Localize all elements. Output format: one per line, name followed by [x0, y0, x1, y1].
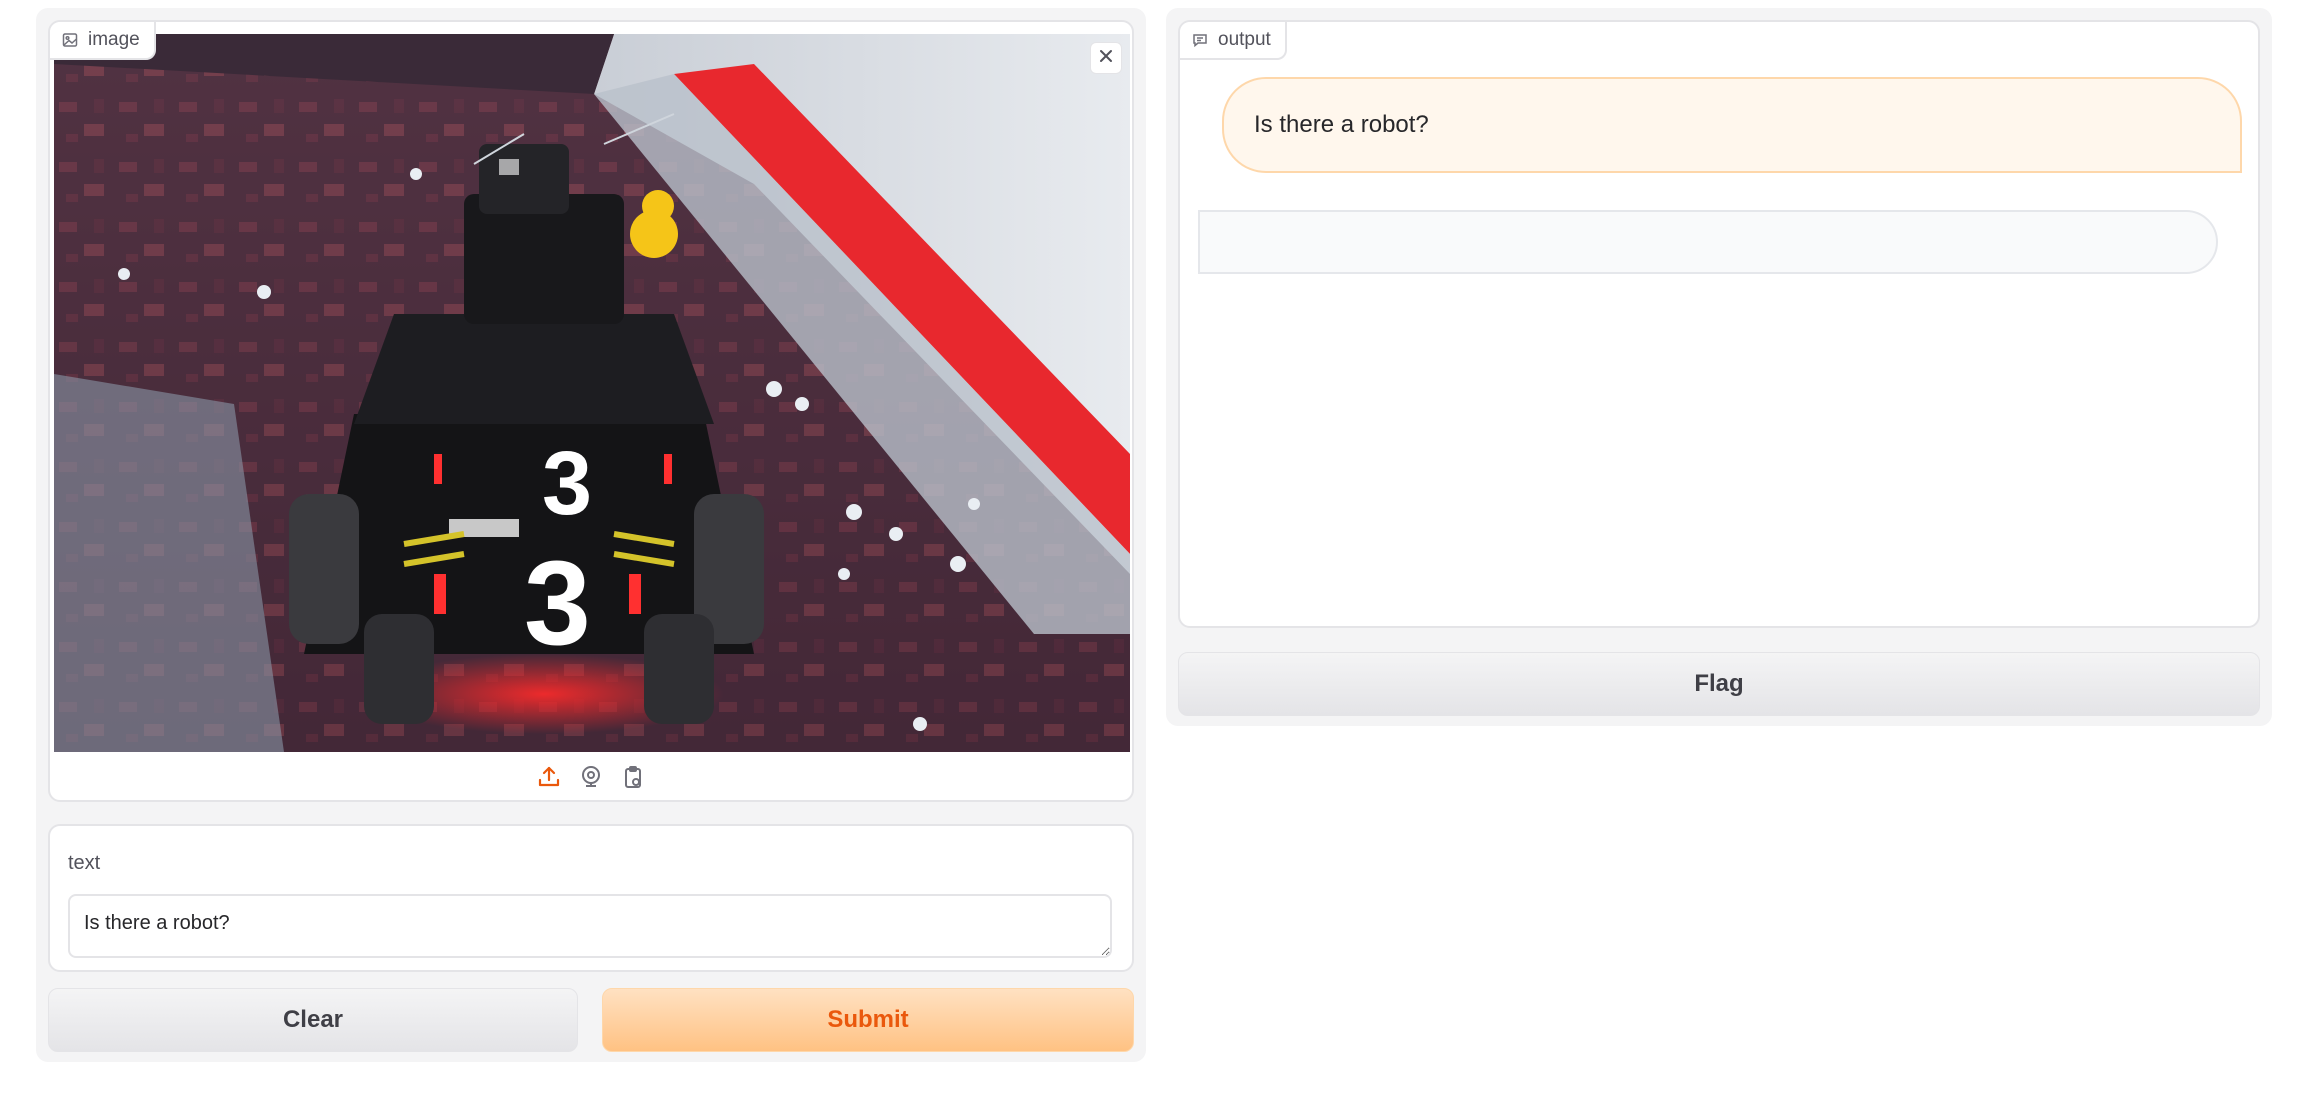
bot-message	[1198, 210, 2218, 274]
svg-text:3: 3	[524, 536, 591, 670]
text-input[interactable]	[68, 894, 1112, 958]
upload-source-button[interactable]	[536, 766, 562, 792]
image-label: image	[88, 29, 140, 50]
image-label-tag: image	[50, 22, 156, 60]
submit-button[interactable]: Submit	[602, 988, 1134, 1052]
chat-icon	[1192, 32, 1208, 48]
clipboard-source-button[interactable]	[620, 765, 646, 794]
image-input-block: image 3 3	[48, 20, 1134, 802]
clear-button[interactable]: Clear	[48, 988, 578, 1052]
chatbot-output: output Is there a robot?	[1178, 20, 2260, 628]
webcam-icon	[579, 765, 603, 794]
webcam-source-button[interactable]	[578, 765, 604, 794]
clipboard-icon	[621, 765, 645, 794]
upload-icon	[537, 765, 561, 794]
flag-button[interactable]: Flag	[1178, 652, 2260, 716]
user-message: Is there a robot?	[1222, 77, 2242, 173]
remove-image-button[interactable]	[1090, 42, 1122, 74]
image-source-toolbar	[50, 758, 1132, 800]
close-icon	[1099, 49, 1113, 68]
output-label: output	[1218, 29, 1271, 50]
input-column: image 3 3 text Is there a robot? Clear S…	[36, 8, 1146, 1062]
image-icon	[62, 32, 78, 48]
output-column: output Is there a robot? Flag	[1166, 8, 2272, 726]
text-label: text	[68, 852, 101, 874]
uploaded-photo[interactable]: 3 3	[54, 34, 1130, 752]
text-input-block: text	[48, 824, 1134, 972]
output-label-tag: output	[1180, 22, 1287, 60]
svg-text:3: 3	[542, 434, 592, 534]
